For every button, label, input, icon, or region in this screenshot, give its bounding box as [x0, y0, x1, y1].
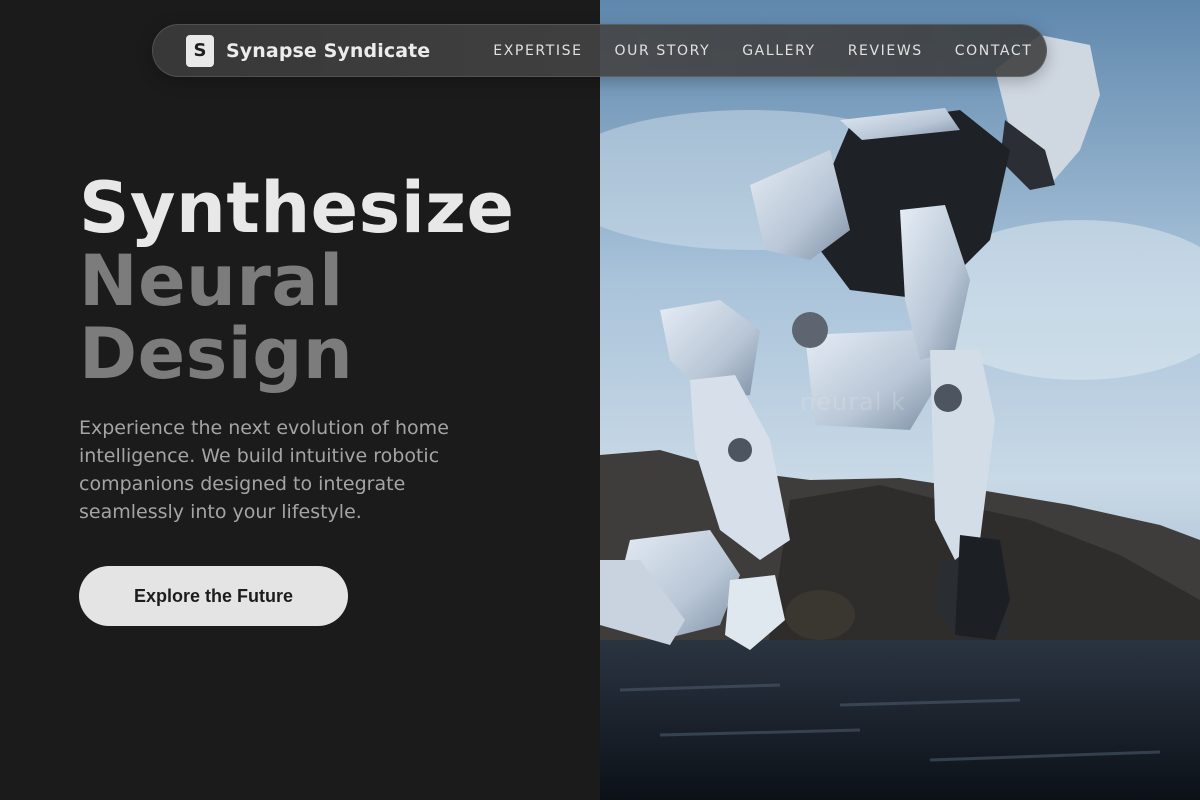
headline-line-1: Synthesize [79, 167, 515, 249]
hero-subtext: Experience the next evolution of home in… [79, 417, 449, 523]
headline-line-2: Neural [79, 240, 344, 322]
nav-link-gallery[interactable]: GALLERY [742, 43, 815, 59]
nav-link-contact[interactable]: CONTACT [955, 43, 1033, 59]
top-nav: S Synapse Syndicate EXPERTISE OUR STORY … [152, 24, 1047, 77]
hero-headline: Synthesize Neural Design [79, 172, 515, 391]
nav-links: EXPERTISE OUR STORY GALLERY REVIEWS CONT… [493, 43, 1032, 59]
brand-logo-link[interactable]: S Synapse Syndicate [186, 34, 431, 67]
nav-link-our-story[interactable]: OUR STORY [615, 43, 711, 59]
nav-link-reviews[interactable]: REVIEWS [848, 43, 923, 59]
headline-line-3: Design [79, 313, 354, 395]
brand-name: Synapse Syndicate [226, 39, 431, 62]
hero-left-panel [0, 0, 600, 800]
explore-future-button[interactable]: Explore the Future [79, 566, 348, 626]
image-watermark: neural k [800, 388, 906, 416]
nav-link-expertise[interactable]: EXPERTISE [493, 43, 582, 59]
brand-logo-icon: S [186, 34, 214, 67]
